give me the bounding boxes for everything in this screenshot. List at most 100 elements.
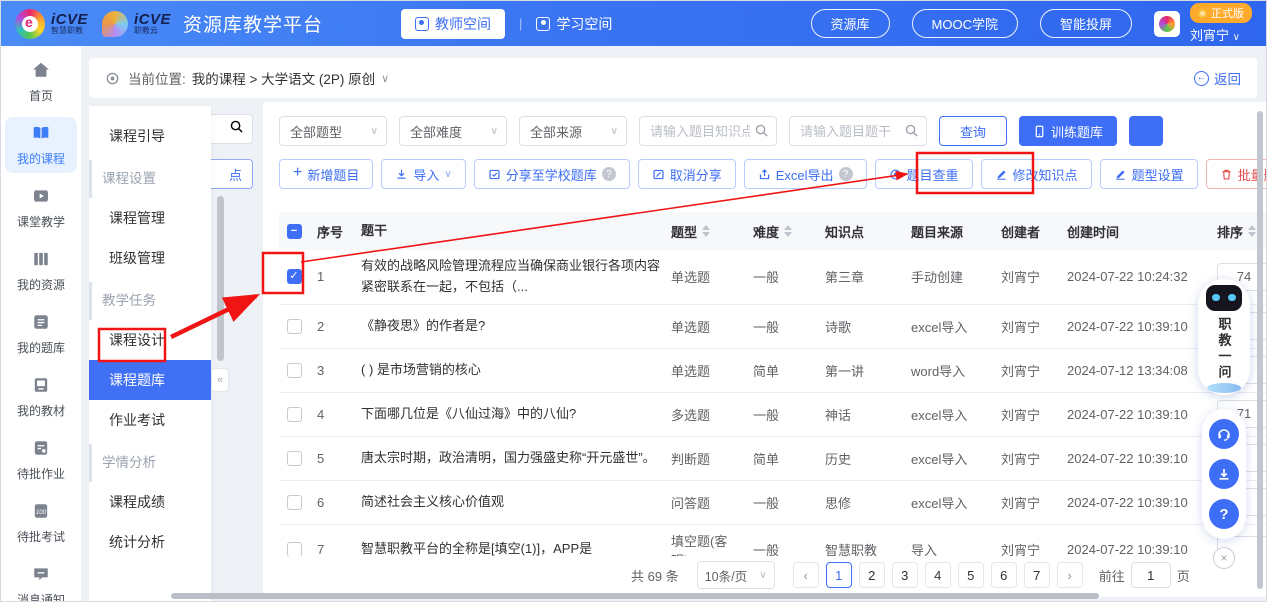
column-header-knowledge: 知识点 bbox=[823, 216, 909, 247]
goto-page-input[interactable] bbox=[1131, 562, 1171, 588]
rail-item-textbook[interactable]: 我的教材 bbox=[5, 369, 77, 425]
help-icon[interactable]: ? bbox=[839, 167, 853, 181]
row-checkbox[interactable] bbox=[287, 319, 302, 334]
video-play-icon bbox=[32, 187, 50, 205]
column-header-created: 创建时间 bbox=[1065, 216, 1215, 247]
panel-collapse-handle[interactable]: « bbox=[211, 368, 229, 392]
cell-text: 5 bbox=[317, 451, 324, 466]
learning-space-tab[interactable]: 学习空间 bbox=[536, 14, 612, 34]
vertical-scrollbar[interactable] bbox=[1257, 111, 1263, 589]
cell-text: 第一讲 bbox=[825, 364, 864, 379]
assistant-bubble[interactable]: 职教一问 bbox=[1198, 279, 1250, 395]
cell-text: 刘宵宁 bbox=[1001, 364, 1040, 379]
tablet-icon bbox=[1033, 125, 1046, 138]
excel-export-button[interactable]: Excel导出 ? bbox=[744, 159, 867, 189]
column-header-difficulty: 难度 bbox=[751, 216, 823, 247]
question-type-select[interactable]: 全部题型 ∨ bbox=[279, 116, 387, 146]
horizontal-scrollbar[interactable] bbox=[171, 593, 1099, 599]
page-button-3[interactable]: 3 bbox=[892, 562, 918, 588]
column-header-cb: − bbox=[279, 218, 315, 245]
rail-item-homework[interactable]: 待批作业 bbox=[5, 432, 77, 488]
menu-item[interactable]: 统计分析 bbox=[89, 522, 211, 562]
import-button[interactable]: 导入 ∨ bbox=[381, 159, 465, 189]
menu-item[interactable]: 课程题库 bbox=[89, 360, 211, 400]
sort-arrows-icon[interactable] bbox=[1248, 225, 1256, 237]
rail-item-home[interactable]: 首页 bbox=[5, 54, 77, 110]
svg-text:100: 100 bbox=[36, 509, 47, 516]
chevron-down-icon: ∨ bbox=[1233, 32, 1240, 43]
breadcrumb[interactable]: 我的课程 > 大学语文 (2P) 原创 bbox=[192, 68, 375, 88]
customer-service-button[interactable] bbox=[1209, 419, 1239, 449]
sort-arrows-icon[interactable] bbox=[784, 225, 792, 237]
cell-text: word导入 bbox=[911, 364, 965, 379]
cell-creator: 刘宵宁 bbox=[999, 443, 1065, 474]
rail-item-book-open[interactable]: 我的课程 bbox=[5, 117, 77, 173]
chevron-down-icon[interactable]: ∨ bbox=[381, 72, 389, 85]
difficulty-value: 全部难度 bbox=[410, 122, 491, 141]
close-icon[interactable]: × bbox=[1213, 547, 1235, 569]
help-icon[interactable]: ? bbox=[602, 167, 616, 181]
page-button-2[interactable]: 2 bbox=[859, 562, 885, 588]
page-button-7[interactable]: 7 bbox=[1024, 562, 1050, 588]
back-button[interactable]: ← 返回 bbox=[1194, 68, 1241, 88]
share-to-school-bank-button[interactable]: 分享至学校题库 ? bbox=[474, 159, 630, 189]
row-checkbox[interactable] bbox=[287, 407, 302, 422]
rail-item-question-bank[interactable]: 我的题库 bbox=[5, 306, 77, 362]
duplicate-check-button[interactable]: 题目查重 bbox=[875, 159, 973, 189]
page-button-1[interactable]: 1 bbox=[826, 562, 852, 588]
source-select[interactable]: 全部来源 ∨ bbox=[519, 116, 627, 146]
page-button-6[interactable]: 6 bbox=[991, 562, 1017, 588]
home-icon bbox=[32, 61, 50, 79]
row-checkbox[interactable] bbox=[287, 363, 302, 378]
training-bank-button[interactable]: 训练题库 bbox=[1019, 116, 1117, 146]
menu-item[interactable]: 课程引导 bbox=[89, 116, 211, 156]
difficulty-select[interactable]: 全部难度 ∨ bbox=[399, 116, 507, 146]
row-checkbox[interactable]: ✓ bbox=[287, 269, 302, 284]
teacher-space-tab[interactable]: 教师空间 bbox=[401, 9, 505, 39]
mooc-college-link[interactable]: MOOC学院 bbox=[912, 9, 1018, 38]
menu-item[interactable]: 课程成绩 bbox=[89, 482, 211, 522]
menu-item[interactable]: 作业考试 bbox=[89, 400, 211, 440]
user-menu[interactable]: 刘宵宁 ∨ bbox=[1190, 25, 1240, 44]
cell-text: excel导入 bbox=[911, 320, 967, 335]
row-checkbox[interactable] bbox=[287, 495, 302, 510]
ai-button-clipped[interactable] bbox=[1129, 116, 1163, 146]
rail-item-message[interactable]: 消息通知 bbox=[5, 558, 77, 602]
menu-item[interactable]: 课程设计 bbox=[89, 320, 211, 360]
add-question-button[interactable]: + 新增题目 bbox=[279, 159, 373, 189]
cell-text: 刘宵宁 bbox=[1001, 320, 1040, 335]
sort-arrows-icon[interactable] bbox=[702, 225, 710, 237]
prev-page-button[interactable]: ‹ bbox=[793, 562, 819, 588]
modify-knowledge-button[interactable]: 修改知识点 bbox=[981, 159, 1092, 189]
query-button[interactable]: 查询 bbox=[939, 116, 1007, 146]
search-icon bbox=[754, 123, 769, 138]
page-button-5[interactable]: 5 bbox=[958, 562, 984, 588]
cell-text: 一般 bbox=[753, 408, 779, 423]
resource-library-link[interactable]: 资源库 bbox=[811, 9, 890, 38]
smart-cast-link[interactable]: 智能投屏 bbox=[1040, 9, 1132, 38]
cell-text: 单选题 bbox=[671, 364, 710, 379]
menu-item[interactable]: 班级管理 bbox=[89, 238, 211, 278]
menu-item[interactable]: 课程管理 bbox=[89, 198, 211, 238]
page-size-select[interactable]: 10条/页 ∨ bbox=[697, 561, 775, 589]
cell-text: 2024-07-22 10:39:10 bbox=[1067, 495, 1188, 510]
select-all-checkbox[interactable]: − bbox=[287, 224, 302, 239]
help-button[interactable]: ? bbox=[1209, 499, 1239, 529]
rail-item-video-play[interactable]: 课堂教学 bbox=[5, 180, 77, 236]
row-checkbox[interactable] bbox=[287, 451, 302, 466]
cell-source: excel导入 bbox=[909, 399, 999, 430]
learning-space-icon bbox=[536, 17, 550, 31]
next-page-button[interactable]: › bbox=[1057, 562, 1083, 588]
rail-item-exam[interactable]: 100待批考试 bbox=[5, 495, 77, 551]
cancel-share-button[interactable]: 取消分享 bbox=[638, 159, 736, 189]
knowledge-panel-scrollbar[interactable] bbox=[217, 196, 224, 361]
rail-item-label: 我的课程 bbox=[5, 150, 77, 167]
type-settings-button[interactable]: 题型设置 bbox=[1100, 159, 1198, 189]
row-checkbox[interactable] bbox=[287, 542, 302, 557]
download-center-button[interactable] bbox=[1209, 459, 1239, 489]
pagination-bar: 共 69 条 10条/页 ∨ ‹1234567› 前往 页 bbox=[263, 556, 1266, 594]
app-launcher-icon[interactable] bbox=[1154, 11, 1180, 37]
rail-item-library[interactable]: 我的资源 bbox=[5, 243, 77, 299]
column-header-label: 排序 bbox=[1217, 222, 1243, 241]
page-button-4[interactable]: 4 bbox=[925, 562, 951, 588]
